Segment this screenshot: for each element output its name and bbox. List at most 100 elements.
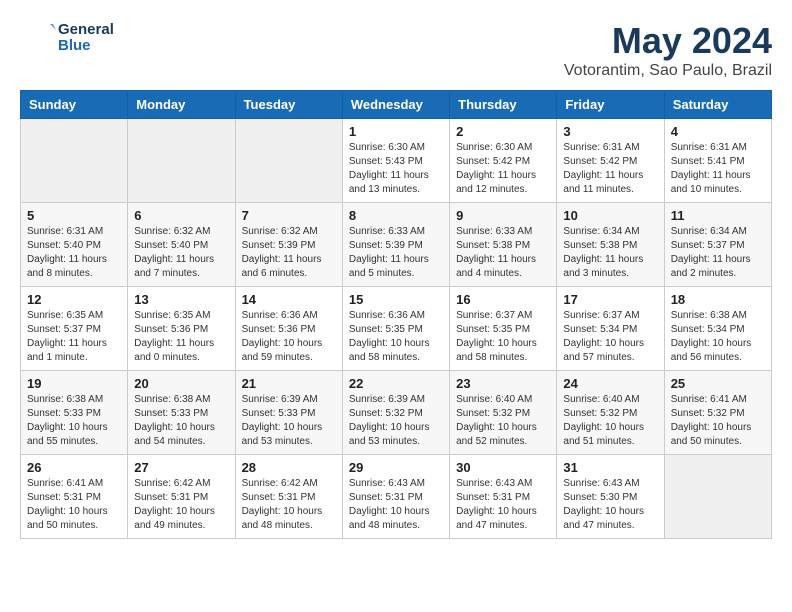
day-number: 8 — [349, 208, 443, 223]
weekday-header-sunday: Sunday — [21, 91, 128, 119]
day-info: Sunrise: 6:34 AM Sunset: 5:38 PM Dayligh… — [563, 225, 657, 281]
day-number: 22 — [349, 376, 443, 391]
calendar-cell: 1 Sunrise: 6:30 AM Sunset: 5:43 PM Daylig… — [342, 119, 449, 203]
day-info: Sunrise: 6:30 AM Sunset: 5:43 PM Dayligh… — [349, 141, 443, 197]
day-info: Sunrise: 6:36 AM Sunset: 5:36 PM Dayligh… — [242, 309, 336, 365]
calendar-cell: 7 Sunrise: 6:32 AM Sunset: 5:39 PM Daylig… — [235, 203, 342, 287]
location-subtitle: Votorantim, Sao Paulo, Brazil — [564, 62, 772, 80]
logo-container: General Blue — [20, 20, 114, 56]
logo-text: General Blue — [58, 22, 114, 55]
day-number: 3 — [563, 124, 657, 139]
day-number: 1 — [349, 124, 443, 139]
calendar-cell: 24 Sunrise: 6:40 AM Sunset: 5:32 PM Dayli… — [557, 371, 664, 455]
day-number: 17 — [563, 292, 657, 307]
day-number: 14 — [242, 292, 336, 307]
day-number: 13 — [134, 292, 228, 307]
day-info: Sunrise: 6:35 AM Sunset: 5:37 PM Dayligh… — [27, 309, 121, 365]
day-info: Sunrise: 6:32 AM Sunset: 5:39 PM Dayligh… — [242, 225, 336, 281]
day-number: 30 — [456, 460, 550, 475]
day-number: 26 — [27, 460, 121, 475]
day-number: 27 — [134, 460, 228, 475]
day-number: 11 — [671, 208, 765, 223]
day-info: Sunrise: 6:38 AM Sunset: 5:33 PM Dayligh… — [27, 393, 121, 449]
calendar-cell: 8 Sunrise: 6:33 AM Sunset: 5:39 PM Daylig… — [342, 203, 449, 287]
calendar-cell: 10 Sunrise: 6:34 AM Sunset: 5:38 PM Dayli… — [557, 203, 664, 287]
calendar-cell: 12 Sunrise: 6:35 AM Sunset: 5:37 PM Dayli… — [21, 287, 128, 371]
day-info: Sunrise: 6:35 AM Sunset: 5:36 PM Dayligh… — [134, 309, 228, 365]
calendar-cell: 9Sunrise: 6:33 AM Sunset: 5:38 PM Daylig… — [450, 203, 557, 287]
weekday-header-monday: Monday — [128, 91, 235, 119]
calendar-cell: 2 Sunrise: 6:30 AM Sunset: 5:42 PM Daylig… — [450, 119, 557, 203]
weekday-header-wednesday: Wednesday — [342, 91, 449, 119]
calendar-cell: 21Sunrise: 6:39 AM Sunset: 5:33 PM Dayli… — [235, 371, 342, 455]
calendar-cell — [21, 119, 128, 203]
day-info: Sunrise: 6:31 AM Sunset: 5:41 PM Dayligh… — [671, 141, 765, 197]
day-info: Sunrise: 6:42 AM Sunset: 5:31 PM Dayligh… — [134, 477, 228, 533]
day-number: 6 — [134, 208, 228, 223]
day-number: 7 — [242, 208, 336, 223]
day-number: 21 — [242, 376, 336, 391]
logo-line1: General — [58, 22, 114, 39]
calendar-cell: 27 Sunrise: 6:42 AM Sunset: 5:31 PM Dayli… — [128, 455, 235, 539]
week-row-3: 12 Sunrise: 6:35 AM Sunset: 5:37 PM Dayli… — [21, 287, 772, 371]
calendar-cell: 5Sunrise: 6:31 AM Sunset: 5:40 PM Daylig… — [21, 203, 128, 287]
day-info: Sunrise: 6:40 AM Sunset: 5:32 PM Dayligh… — [563, 393, 657, 449]
calendar-cell: 30 Sunrise: 6:43 AM Sunset: 5:31 PM Dayli… — [450, 455, 557, 539]
weekday-header-friday: Friday — [557, 91, 664, 119]
day-number: 15 — [349, 292, 443, 307]
logo-line2: Blue — [58, 38, 114, 55]
day-number: 10 — [563, 208, 657, 223]
day-info: Sunrise: 6:40 AM Sunset: 5:32 PM Dayligh… — [456, 393, 550, 449]
day-info: Sunrise: 6:39 AM Sunset: 5:32 PM Dayligh… — [349, 393, 443, 449]
calendar-cell — [235, 119, 342, 203]
weekday-header-thursday: Thursday — [450, 91, 557, 119]
calendar-cell: 20 Sunrise: 6:38 AM Sunset: 5:33 PM Dayli… — [128, 371, 235, 455]
day-number: 24 — [563, 376, 657, 391]
weekday-header-row: SundayMondayTuesdayWednesdayThursdayFrid… — [21, 91, 772, 119]
day-info: Sunrise: 6:37 AM Sunset: 5:34 PM Dayligh… — [563, 309, 657, 365]
week-row-5: 26 Sunrise: 6:41 AM Sunset: 5:31 PM Dayli… — [21, 455, 772, 539]
week-row-4: 19 Sunrise: 6:38 AM Sunset: 5:33 PM Dayli… — [21, 371, 772, 455]
day-number: 2 — [456, 124, 550, 139]
calendar-cell: 11 Sunrise: 6:34 AM Sunset: 5:37 PM Dayli… — [664, 203, 771, 287]
day-info: Sunrise: 6:31 AM Sunset: 5:42 PM Dayligh… — [563, 141, 657, 197]
day-info: Sunrise: 6:37 AM Sunset: 5:35 PM Dayligh… — [456, 309, 550, 365]
day-info: Sunrise: 6:38 AM Sunset: 5:33 PM Dayligh… — [134, 393, 228, 449]
calendar-cell: 29Sunrise: 6:43 AM Sunset: 5:31 PM Dayli… — [342, 455, 449, 539]
day-info: Sunrise: 6:34 AM Sunset: 5:37 PM Dayligh… — [671, 225, 765, 281]
page-header: General Blue May 2024 Votorantim, Sao Pa… — [20, 20, 772, 80]
day-number: 23 — [456, 376, 550, 391]
calendar-cell: 28Sunrise: 6:42 AM Sunset: 5:31 PM Dayli… — [235, 455, 342, 539]
day-number: 16 — [456, 292, 550, 307]
day-number: 12 — [27, 292, 121, 307]
day-info: Sunrise: 6:36 AM Sunset: 5:35 PM Dayligh… — [349, 309, 443, 365]
day-info: Sunrise: 6:38 AM Sunset: 5:34 PM Dayligh… — [671, 309, 765, 365]
day-number: 25 — [671, 376, 765, 391]
day-number: 31 — [563, 460, 657, 475]
day-number: 20 — [134, 376, 228, 391]
day-number: 5 — [27, 208, 121, 223]
calendar-cell: 15 Sunrise: 6:36 AM Sunset: 5:35 PM Dayli… — [342, 287, 449, 371]
day-number: 18 — [671, 292, 765, 307]
calendar-cell: 22 Sunrise: 6:39 AM Sunset: 5:32 PM Dayli… — [342, 371, 449, 455]
calendar-cell — [128, 119, 235, 203]
day-number: 19 — [27, 376, 121, 391]
day-info: Sunrise: 6:30 AM Sunset: 5:42 PM Dayligh… — [456, 141, 550, 197]
day-info: Sunrise: 6:33 AM Sunset: 5:38 PM Dayligh… — [456, 225, 550, 281]
logo-bird-icon — [20, 20, 56, 56]
calendar-cell: 6Sunrise: 6:32 AM Sunset: 5:40 PM Daylig… — [128, 203, 235, 287]
week-row-2: 5Sunrise: 6:31 AM Sunset: 5:40 PM Daylig… — [21, 203, 772, 287]
day-info: Sunrise: 6:33 AM Sunset: 5:39 PM Dayligh… — [349, 225, 443, 281]
day-info: Sunrise: 6:41 AM Sunset: 5:31 PM Dayligh… — [27, 477, 121, 533]
calendar-cell: 23 Sunrise: 6:40 AM Sunset: 5:32 PM Dayli… — [450, 371, 557, 455]
day-info: Sunrise: 6:42 AM Sunset: 5:31 PM Dayligh… — [242, 477, 336, 533]
calendar-cell: 3 Sunrise: 6:31 AM Sunset: 5:42 PM Daylig… — [557, 119, 664, 203]
calendar-cell: 31Sunrise: 6:43 AM Sunset: 5:30 PM Dayli… — [557, 455, 664, 539]
calendar-cell — [664, 455, 771, 539]
title-section: May 2024 Votorantim, Sao Paulo, Brazil — [564, 20, 772, 80]
weekday-header-saturday: Saturday — [664, 91, 771, 119]
calendar-cell: 17 Sunrise: 6:37 AM Sunset: 5:34 PM Dayli… — [557, 287, 664, 371]
day-info: Sunrise: 6:43 AM Sunset: 5:31 PM Dayligh… — [456, 477, 550, 533]
logo: General Blue — [20, 20, 114, 56]
calendar-cell: 4Sunrise: 6:31 AM Sunset: 5:41 PM Daylig… — [664, 119, 771, 203]
